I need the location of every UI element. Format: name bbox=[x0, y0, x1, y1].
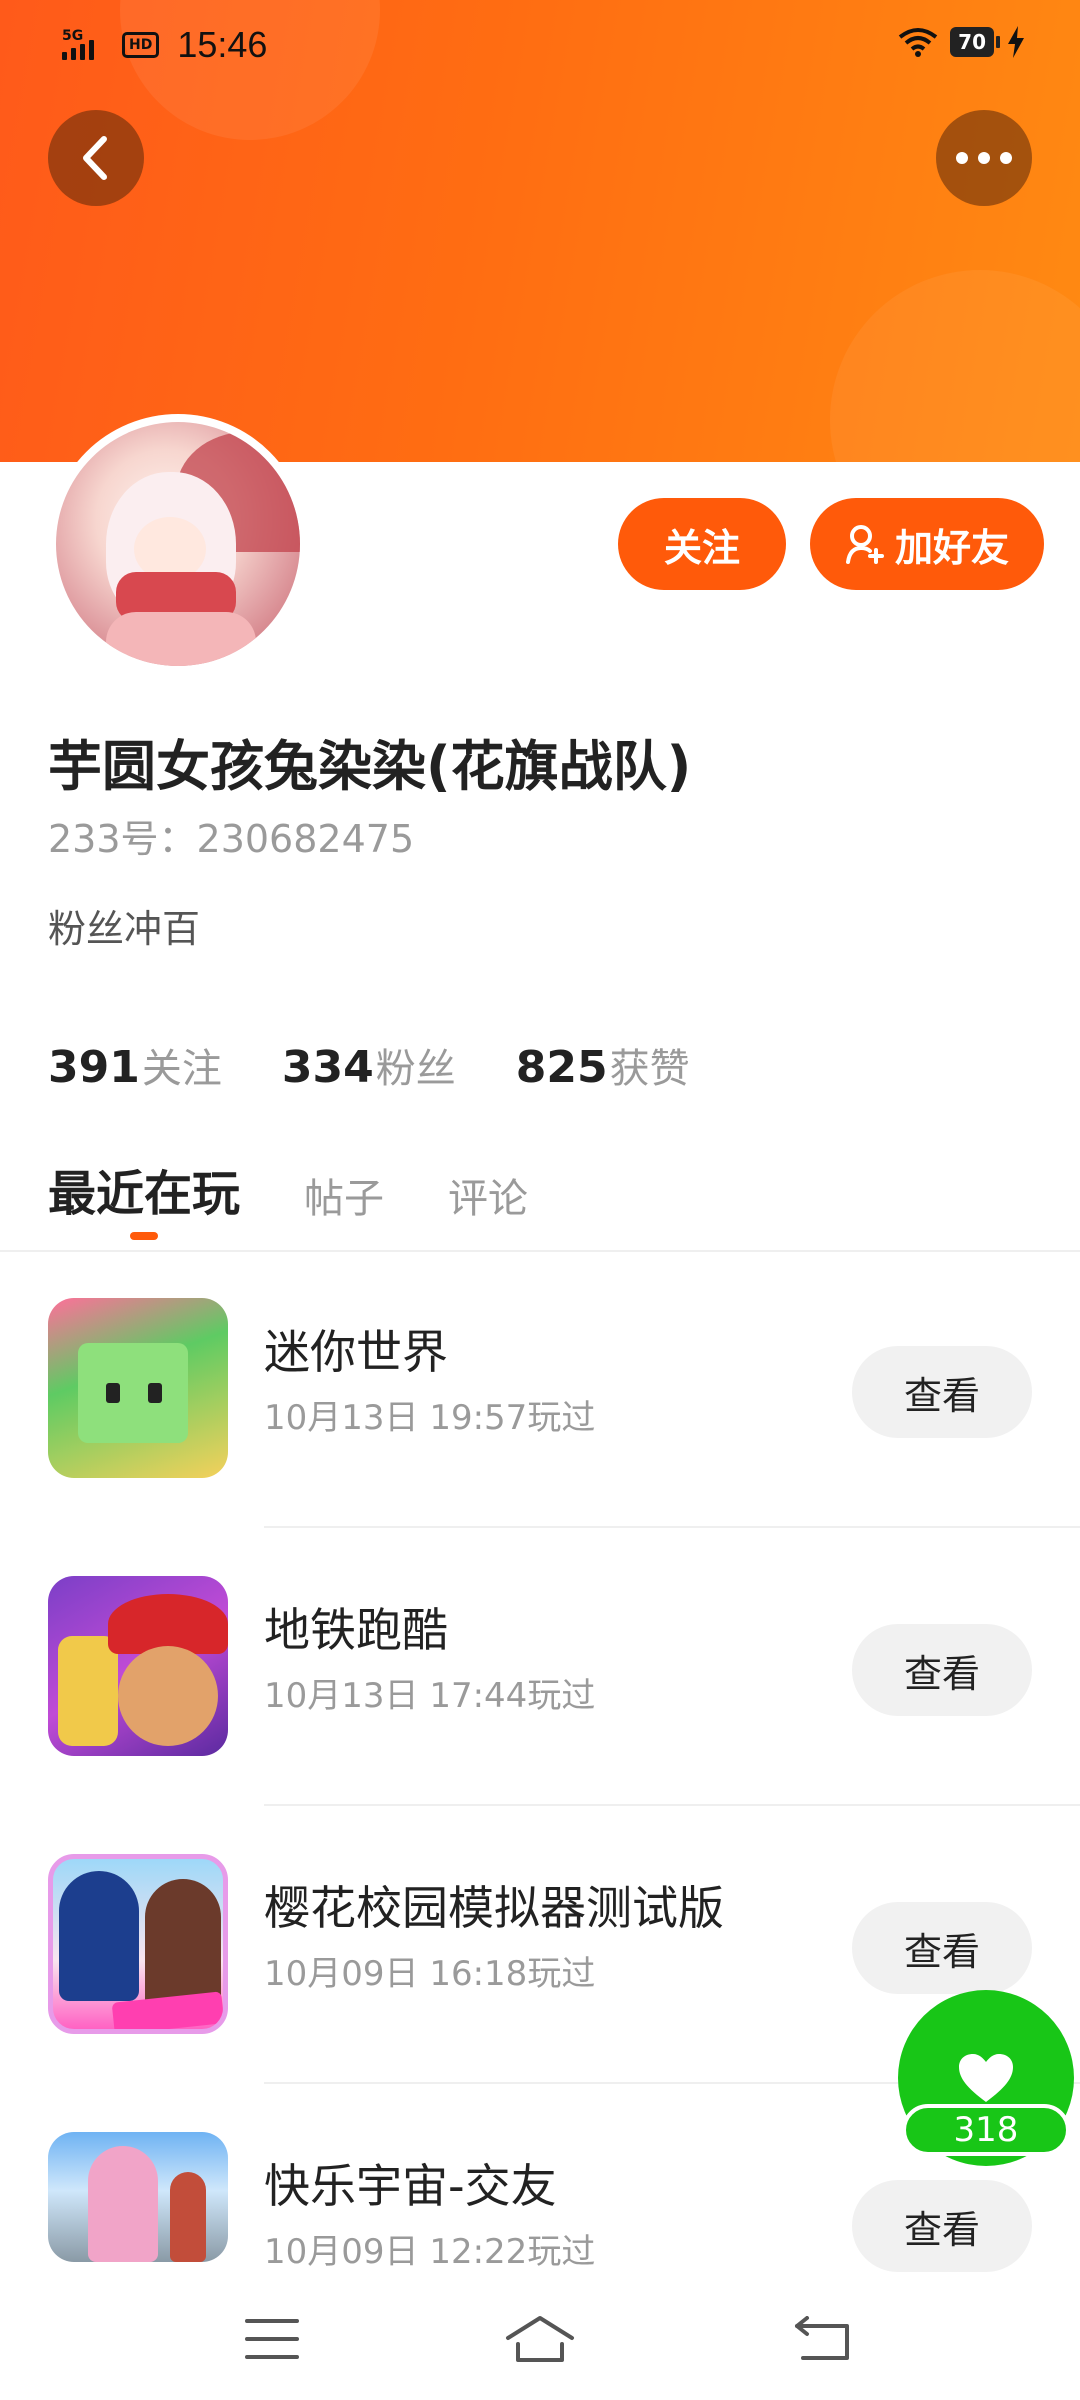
stat-number: 825 bbox=[515, 1042, 608, 1093]
view-button[interactable]: 查看 bbox=[852, 2180, 1032, 2272]
view-button[interactable]: 查看 bbox=[852, 1346, 1032, 1438]
view-button[interactable]: 查看 bbox=[852, 1902, 1032, 1994]
user-id: 233号：230682475 bbox=[48, 817, 415, 861]
stat-label: 粉丝 bbox=[375, 1046, 456, 1092]
game-last-played: 10月13日 19:57玩过 bbox=[264, 1398, 596, 1438]
wifi-icon bbox=[898, 28, 938, 57]
list-item[interactable]: 迷你世界 10月13日 19:57玩过 查看 bbox=[0, 1250, 1080, 1528]
username: 芋圆女孩兔染染(花旗战队) bbox=[48, 735, 692, 798]
user-bio: 粉丝冲百 bbox=[48, 907, 201, 951]
add-friend-button[interactable]: 加好友 bbox=[810, 498, 1044, 590]
game-name: 迷你世界 bbox=[264, 1325, 448, 1379]
game-last-played: 10月09日 16:18玩过 bbox=[264, 1954, 596, 1994]
nav-menu-button[interactable] bbox=[232, 2304, 312, 2374]
like-button[interactable]: 318 bbox=[898, 1990, 1074, 2166]
battery-indicator: 70 bbox=[950, 27, 1000, 57]
like-count: 318 bbox=[902, 2104, 1070, 2156]
charging-icon bbox=[1008, 26, 1024, 58]
game-icon-sakura-school bbox=[48, 1854, 228, 2034]
avatar[interactable] bbox=[48, 414, 308, 674]
stat-followers[interactable]: 334 粉丝 bbox=[282, 1036, 456, 1094]
tab-label: 最近在玩 bbox=[48, 1166, 241, 1222]
banner-decoration bbox=[830, 270, 1080, 462]
chevron-left-icon bbox=[83, 136, 107, 180]
menu-icon bbox=[245, 2319, 299, 2359]
game-icon-mini-world bbox=[48, 1298, 228, 1478]
nav-home-button[interactable] bbox=[500, 2304, 580, 2374]
profile-tabs: 最近在玩 帖子 评论 bbox=[48, 1154, 528, 1240]
heart-icon bbox=[959, 2054, 1013, 2102]
tab-recent-play[interactable]: 最近在玩 bbox=[48, 1154, 241, 1240]
avatar-image bbox=[56, 422, 300, 666]
more-dots-icon bbox=[956, 152, 1012, 164]
signal-icon: 5G bbox=[62, 28, 94, 60]
back-button[interactable] bbox=[48, 110, 144, 206]
hd-badge: HD bbox=[122, 32, 160, 58]
status-left: 5G HD 15:46 bbox=[62, 24, 267, 66]
tab-label: 评论 bbox=[448, 1176, 529, 1222]
tab-comments[interactable]: 评论 bbox=[448, 1166, 528, 1224]
follow-label: 关注 bbox=[663, 525, 740, 570]
stat-following[interactable]: 391 关注 bbox=[48, 1036, 222, 1094]
game-icon-happy-universe bbox=[48, 2132, 228, 2262]
game-name: 地铁跑酷 bbox=[264, 1603, 448, 1657]
status-bar: 5G HD 15:46 70 bbox=[0, 0, 1080, 90]
stat-number: 391 bbox=[48, 1042, 140, 1093]
game-last-played: 10月13日 17:44玩过 bbox=[264, 1676, 596, 1716]
add-user-icon bbox=[845, 525, 884, 564]
game-last-played: 10月09日 12:22玩过 bbox=[264, 2232, 596, 2272]
stat-likes[interactable]: 825 获赞 bbox=[516, 1036, 690, 1094]
game-name: 快乐宇宙-交友 bbox=[264, 2159, 557, 2213]
system-nav-bar bbox=[0, 2274, 1080, 2400]
stat-label: 获赞 bbox=[609, 1046, 690, 1092]
follow-button[interactable]: 关注 bbox=[618, 498, 786, 590]
view-button[interactable]: 查看 bbox=[852, 1624, 1032, 1716]
stat-label: 关注 bbox=[141, 1046, 222, 1092]
status-right: 70 bbox=[898, 26, 1026, 58]
home-icon bbox=[506, 2316, 574, 2362]
more-button[interactable] bbox=[936, 110, 1032, 206]
tab-indicator bbox=[130, 1232, 158, 1240]
stat-number: 334 bbox=[281, 1042, 374, 1093]
network-type: 5G bbox=[62, 28, 84, 44]
list-item[interactable]: 地铁跑酷 10月13日 17:44玩过 查看 bbox=[0, 1528, 1080, 1806]
status-time: 15:46 bbox=[177, 24, 268, 65]
back-icon bbox=[795, 2316, 849, 2360]
add-friend-label: 加好友 bbox=[894, 525, 1009, 570]
tab-label: 帖子 bbox=[304, 1176, 385, 1222]
nav-back-button[interactable] bbox=[782, 2304, 862, 2374]
profile-stats: 391 关注 334 粉丝 825 获赞 bbox=[48, 1036, 750, 1094]
game-icon-subway-surfers bbox=[48, 1576, 228, 1756]
tab-posts[interactable]: 帖子 bbox=[304, 1166, 384, 1224]
game-name: 樱花校园模拟器测试版 bbox=[264, 1881, 724, 1935]
